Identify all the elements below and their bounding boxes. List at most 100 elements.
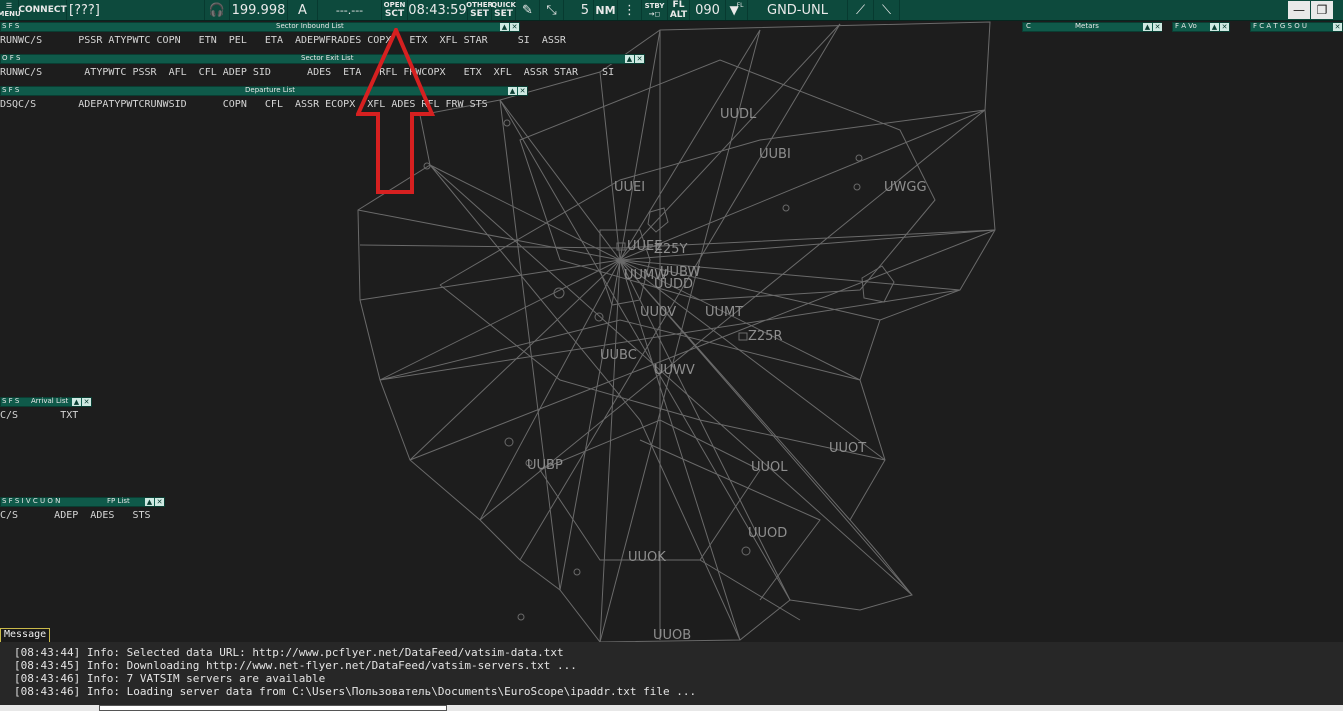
map-label: Z25Y: [654, 242, 688, 257]
fp-list-header[interactable]: S F S I V C U O N FP List ▲ ✕: [0, 497, 165, 507]
atis-letter-value: A: [298, 2, 307, 18]
fcat-title: F C A T G S O U: [1253, 22, 1308, 30]
close-icon[interactable]: ✕: [155, 498, 164, 506]
frequency-value: 199.998: [231, 2, 286, 18]
arrival-list-title: Arrival List: [31, 397, 69, 405]
filter-label: FL: [736, 1, 744, 9]
fp-list-columns[interactable]: C/S ADEP ADES STS: [0, 510, 151, 521]
quick-label: QUICK: [491, 1, 516, 9]
atis-frequency-value: ---.---: [335, 3, 364, 17]
range-value: 5: [580, 2, 589, 18]
zoom-button[interactable]: ⤡: [540, 0, 564, 20]
connect-label: CONNECT: [18, 5, 67, 15]
menu-button[interactable]: ☰ MENU: [0, 0, 21, 20]
route-button[interactable]: ⟍: [874, 0, 900, 20]
position-field[interactable]: GND-UNL: [748, 0, 848, 20]
exit-list-columns[interactable]: RUNWC/S ATYPWTC PSSR AFL CFL ADEP SID AD…: [0, 67, 614, 78]
route-icon: ⟍: [881, 2, 892, 18]
open-sct-button[interactable]: OPEN SCT: [382, 0, 408, 20]
range-field[interactable]: 5: [564, 0, 594, 20]
command-input[interactable]: [99, 705, 447, 711]
stby-label: STBY: [644, 2, 665, 10]
collapse-icon[interactable]: ▲: [1210, 23, 1219, 31]
collapse-icon[interactable]: ▲: [625, 55, 634, 63]
map-label: UUMT: [705, 305, 744, 320]
atis-frequency[interactable]: ---.---: [318, 0, 382, 20]
map-label: UUOT: [829, 441, 867, 456]
close-icon[interactable]: ✕: [518, 87, 527, 95]
transition-level[interactable]: 090: [690, 0, 726, 20]
quick-set-button[interactable]: QUICK SET: [491, 0, 516, 20]
arrival-list-columns[interactable]: C/S TXT: [0, 410, 78, 421]
collapse-icon[interactable]: ▲: [72, 398, 81, 406]
favo-header[interactable]: F A Vo ▲ ✕: [1172, 22, 1230, 32]
map-label: UUDL: [720, 107, 757, 122]
arrival-list-flags: S F S: [2, 397, 20, 405]
ruler-button[interactable]: ✎: [516, 0, 540, 20]
minimize-button[interactable]: —: [1288, 1, 1310, 19]
map-label: UWGG: [884, 180, 927, 195]
close-icon[interactable]: ✕: [510, 23, 519, 31]
message-line: [08:43:46] Info: Loading server data fro…: [14, 685, 697, 698]
dots-button[interactable]: ⋮: [618, 0, 642, 20]
departure-list-header[interactable]: S F S Departure List ▲ ✕: [0, 86, 528, 96]
draw-button[interactable]: ⟋: [848, 0, 874, 20]
map-label: Z25R: [748, 329, 783, 344]
map-label: UUOB: [653, 628, 692, 643]
inbound-list-header[interactable]: S F S Sector Inbound List ▲ ✕: [0, 22, 520, 32]
connect-button[interactable]: CONNECT: [18, 0, 67, 20]
toolbar: ☰ MENU CONNECT [???] 🎧 199.998 A ---.---…: [0, 0, 1343, 21]
close-icon[interactable]: ✕: [1333, 23, 1342, 31]
exit-list-header[interactable]: O F S Sector Exit List ▲ ✕: [0, 54, 645, 64]
range-unit-label: NM: [595, 3, 616, 17]
message-area: [08:43:44] Info: Selected data URL: http…: [0, 642, 1343, 705]
metars-header[interactable]: C Metars ▲ ✕: [1022, 22, 1162, 32]
fl-label: FL: [672, 0, 685, 10]
maximize-button[interactable]: ❐: [1311, 1, 1333, 19]
stby-button[interactable]: STBY →◻: [642, 0, 668, 20]
map-label: UUOK: [628, 550, 666, 565]
message-line: [08:43:46] Info: 7 VATSIM servers are av…: [14, 672, 326, 685]
transition-level-value: 090: [695, 2, 720, 18]
collapse-icon[interactable]: ▲: [1143, 23, 1152, 31]
collapse-icon[interactable]: ▲: [508, 87, 517, 95]
filter-button[interactable]: ▼ FL: [726, 0, 748, 20]
fp-list-flags: S F S I V C U O N: [2, 497, 61, 505]
fcat-header[interactable]: F C A T G S O U ✕: [1250, 22, 1343, 32]
message-line: [08:43:45] Info: Downloading http://www.…: [14, 659, 577, 672]
clock-value: 08:43:59: [408, 2, 467, 18]
message-button[interactable]: Message: [0, 628, 51, 643]
collapse-icon[interactable]: ▲: [500, 23, 509, 31]
range-unit[interactable]: NM: [594, 0, 618, 20]
departure-list-flags: S F S: [2, 86, 20, 94]
position-value: GND-UNL: [767, 2, 828, 18]
fl-alt-button[interactable]: FL ALT: [668, 0, 690, 20]
inbound-list-flags: S F S: [2, 22, 20, 30]
headset-button[interactable]: 🎧: [205, 0, 230, 20]
exit-list-title: Sector Exit List: [301, 54, 354, 62]
map-label: UUEI: [614, 180, 646, 195]
close-icon[interactable]: ✕: [82, 398, 91, 406]
callsign-field[interactable]: [???]: [67, 0, 205, 20]
collapse-icon[interactable]: ▲: [145, 498, 154, 506]
frequency-field[interactable]: 199.998: [230, 0, 288, 20]
sct-label: SCT: [384, 9, 405, 19]
metars-flag: C: [1026, 22, 1031, 30]
inbound-list-columns[interactable]: RUNWC/S PSSR ATYPWTC COPN ETN PEL ETA AD…: [0, 35, 566, 46]
map-label: UUBP: [527, 458, 563, 473]
transfer-icon: →◻: [648, 10, 661, 18]
other-set-button[interactable]: OTHER SET: [466, 0, 493, 20]
inbound-list-title: Sector Inbound List: [276, 22, 344, 30]
atis-letter[interactable]: A: [288, 0, 318, 20]
headset-icon: 🎧: [208, 2, 226, 18]
clock: 08:43:59: [408, 0, 468, 20]
close-icon[interactable]: ✕: [1220, 23, 1229, 31]
close-icon[interactable]: ✕: [1153, 23, 1162, 31]
map-label: UU0V: [640, 305, 677, 320]
favo-title: F A Vo: [1175, 22, 1197, 30]
close-icon[interactable]: ✕: [635, 55, 644, 63]
map-label: UUDD: [654, 277, 694, 292]
arrival-list-header[interactable]: S F S Arrival List ▲ ✕: [0, 397, 92, 407]
other-label: OTHER: [466, 1, 493, 9]
open-label: OPEN: [383, 1, 406, 9]
